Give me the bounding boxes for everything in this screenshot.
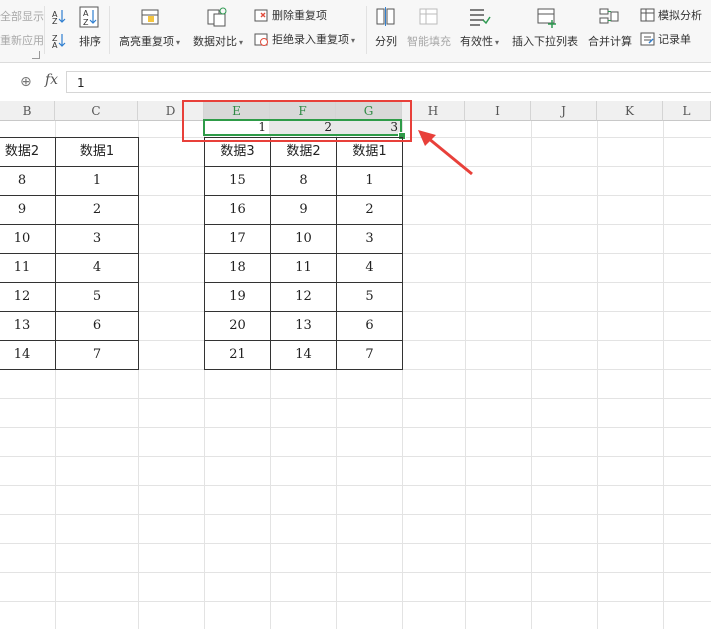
right-table-cell[interactable]: 3 <box>336 224 403 253</box>
column-header-b[interactable]: B <box>0 101 55 121</box>
left-table-cell[interactable]: 6 <box>55 311 139 340</box>
split-columns-icon[interactable] <box>375 7 397 27</box>
record-form-icon[interactable] <box>640 32 655 47</box>
column-header-k[interactable]: K <box>597 101 663 121</box>
formula-bar: ⊕ fx 1 <box>0 63 711 100</box>
delete-duplicates-button[interactable]: 删除重复项 <box>272 9 327 23</box>
data-compare-icon[interactable] <box>206 6 228 28</box>
zoom-icon[interactable]: ⊕ <box>20 74 32 90</box>
show-all-button[interactable]: 全部显示 <box>0 10 44 24</box>
column-header-j[interactable]: J <box>531 101 597 121</box>
insert-dropdown-button[interactable]: 插入下拉列表 <box>512 35 578 49</box>
column-header-l[interactable]: L <box>663 101 711 121</box>
right-table-cell[interactable]: 18 <box>204 253 270 282</box>
reject-duplicates-button[interactable]: 拒绝录入重复项 ▾ <box>272 33 355 48</box>
validity-icon[interactable] <box>468 6 492 28</box>
left-table-cell[interactable]: 11 <box>0 253 55 282</box>
data-compare-button[interactable]: 数据对比 ▾ <box>193 35 243 50</box>
right-table-cell[interactable]: 5 <box>336 282 403 311</box>
row-gridline <box>0 456 711 457</box>
row-gridline <box>0 427 711 428</box>
left-table-cell[interactable]: 10 <box>0 224 55 253</box>
column-gridline <box>531 121 532 629</box>
right-table-cell[interactable]: 1 <box>336 166 403 195</box>
sort-asc-icon[interactable]: A Z <box>52 8 66 24</box>
left-table-cell[interactable]: 4 <box>55 253 139 282</box>
right-table-cell[interactable]: 11 <box>270 253 336 282</box>
right-table-cell[interactable]: 6 <box>336 311 403 340</box>
left-table-cell[interactable]: 9 <box>0 195 55 224</box>
svg-text:Z: Z <box>52 17 58 24</box>
right-table-cell[interactable]: 14 <box>270 340 336 370</box>
left-table-cell[interactable]: 2 <box>55 195 139 224</box>
left-table-header-cell[interactable]: 数据1 <box>55 137 139 166</box>
right-table-cell[interactable]: 7 <box>336 340 403 370</box>
left-table-header-cell[interactable]: 数据2 <box>0 137 55 166</box>
formula-input[interactable]: 1 <box>66 71 711 93</box>
right-table-cell[interactable]: 12 <box>270 282 336 311</box>
row-gridline <box>0 398 711 399</box>
left-table-cell[interactable]: 3 <box>55 224 139 253</box>
left-table-cell[interactable]: 7 <box>55 340 139 370</box>
column-gridline <box>597 121 598 629</box>
simulate-analysis-icon[interactable] <box>640 8 655 23</box>
right-table-cell[interactable]: 2 <box>336 195 403 224</box>
right-table-cell[interactable]: 4 <box>336 253 403 282</box>
insert-dropdown-icon[interactable] <box>536 6 558 28</box>
reapply-button[interactable]: 重新应用 <box>0 34 44 48</box>
column-gridline <box>465 121 466 629</box>
right-table-cell[interactable]: 21 <box>204 340 270 370</box>
sort-desc-icon[interactable]: Z A <box>52 32 66 48</box>
merge-calc-button[interactable]: 合并计算 <box>588 35 632 49</box>
group-launcher-icon[interactable] <box>32 51 40 59</box>
left-table-cell[interactable]: 13 <box>0 311 55 340</box>
row-gridline <box>0 572 711 573</box>
row-gridline <box>0 543 711 544</box>
left-table-cell[interactable]: 14 <box>0 340 55 370</box>
right-table-cell[interactable]: 13 <box>270 311 336 340</box>
left-table-cell[interactable]: 12 <box>0 282 55 311</box>
right-table-cell[interactable]: 9 <box>270 195 336 224</box>
simulate-analysis-button[interactable]: 模拟分析 <box>658 9 702 23</box>
smart-fill-button[interactable]: 智能填充 <box>407 35 451 49</box>
split-columns-button[interactable]: 分列 <box>375 35 397 49</box>
smart-fill-icon[interactable] <box>418 7 440 27</box>
highlight-duplicates-button[interactable]: 高亮重复项 ▾ <box>119 35 180 50</box>
left-table-cell[interactable]: 5 <box>55 282 139 311</box>
sort-button[interactable]: 排序 <box>79 35 101 49</box>
column-gridline <box>663 121 664 629</box>
right-table-cell[interactable]: 10 <box>270 224 336 253</box>
annotation-arrow-icon <box>418 130 473 176</box>
highlight-box <box>182 100 412 142</box>
row-gridline <box>0 601 711 602</box>
svg-text:A: A <box>52 41 58 48</box>
column-header-i[interactable]: I <box>465 101 531 121</box>
merge-calc-icon[interactable] <box>598 6 620 28</box>
row-gridline <box>0 485 711 486</box>
right-table-cell[interactable]: 16 <box>204 195 270 224</box>
column-header-c[interactable]: C <box>55 101 138 121</box>
validity-button[interactable]: 有效性 ▾ <box>460 35 499 50</box>
function-icon[interactable]: fx <box>45 72 58 88</box>
right-table-cell[interactable]: 15 <box>204 166 270 195</box>
right-table-cell[interactable]: 8 <box>270 166 336 195</box>
right-table-cell[interactable]: 17 <box>204 224 270 253</box>
right-table-cell[interactable]: 19 <box>204 282 270 311</box>
ribbon: 全部显示 重新应用 A Z Z A A Z 排序 高亮重复项 ▾ 数据对比 ▾ 删除… <box>0 0 711 63</box>
record-form-button[interactable]: 记录单 <box>658 33 691 47</box>
sort-icon[interactable]: A Z <box>79 6 101 28</box>
right-table-cell[interactable]: 20 <box>204 311 270 340</box>
reject-duplicates-icon[interactable] <box>254 32 269 47</box>
svg-text:Z: Z <box>83 18 89 27</box>
left-table-cell[interactable]: 1 <box>55 166 139 195</box>
svg-text:A: A <box>83 9 89 18</box>
left-table-cell[interactable]: 8 <box>0 166 55 195</box>
row-gridline <box>0 514 711 515</box>
highlight-duplicates-icon[interactable] <box>140 6 162 28</box>
delete-duplicates-icon[interactable] <box>254 8 269 23</box>
